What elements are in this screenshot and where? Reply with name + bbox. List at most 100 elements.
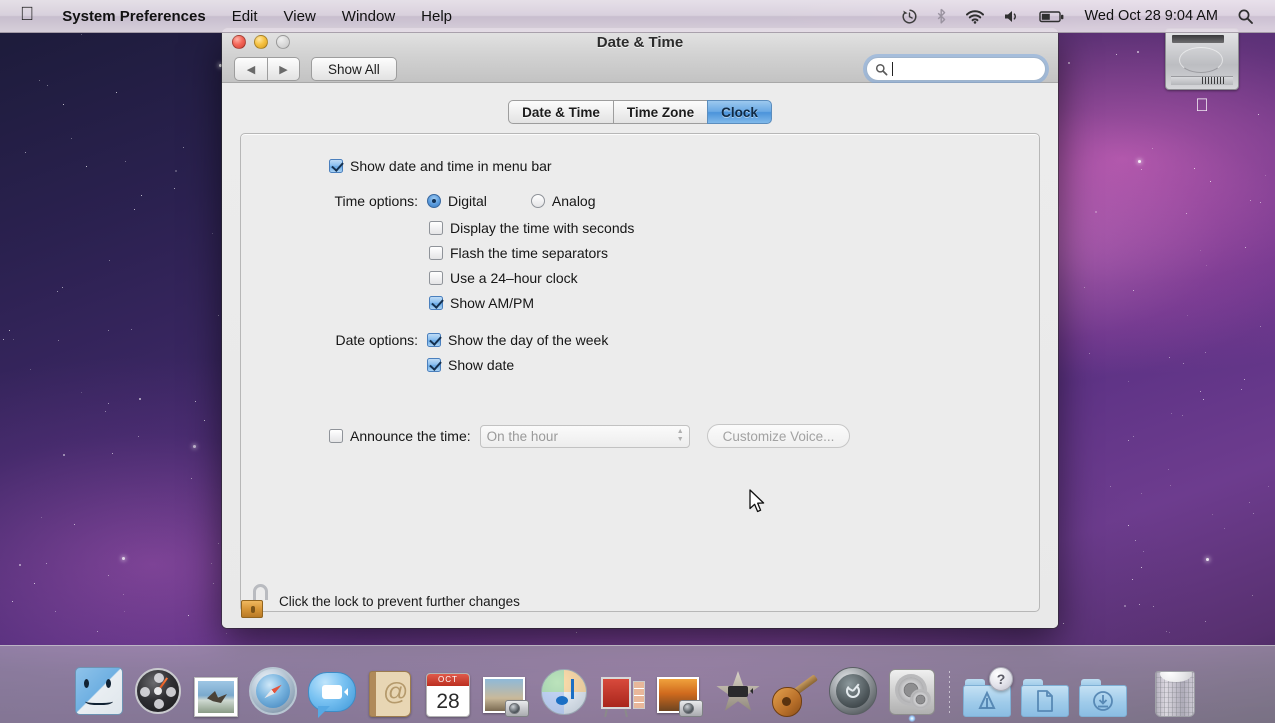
dock-item-ichat[interactable] — [305, 661, 360, 717]
address-book-icon: @ — [365, 667, 415, 717]
checkbox-flash-separators[interactable] — [429, 246, 443, 260]
show-in-menubar-checkbox[interactable] — [329, 159, 343, 173]
dock-item-mail[interactable] — [189, 661, 244, 717]
system-preferences-icon — [887, 667, 937, 722]
menu-item-window[interactable]: Window — [329, 0, 408, 32]
menu-item-help[interactable]: Help — [408, 0, 465, 32]
documents-folder-icon — [1020, 667, 1070, 717]
wifi-glyph — [966, 9, 985, 24]
announce-interval-popup[interactable]: On the hour ▲ ▼ — [479, 424, 690, 448]
ical-icon: OCT 28 — [423, 667, 473, 717]
question-badge: ? — [989, 667, 1013, 691]
menu-item-view[interactable]: View — [271, 0, 329, 32]
show-in-menubar-row[interactable]: Show date and time in menu bar — [329, 156, 1013, 177]
dock-item-keynote[interactable] — [595, 661, 650, 717]
announce-time-row: Announce the time: On the hour ▲ ▼ Custom… — [267, 424, 1013, 448]
volume-icon[interactable] — [994, 0, 1030, 32]
radio-digital-label: Digital — [448, 193, 487, 209]
checkbox-show-date[interactable] — [427, 358, 441, 372]
back-button[interactable]: ◀ — [234, 57, 267, 81]
dock-item-address-book[interactable]: @ — [363, 661, 418, 717]
radio-analog-label: Analog — [551, 193, 596, 209]
iphoto-icon — [481, 667, 531, 717]
dock-item-dashboard[interactable] — [131, 661, 186, 717]
announce-time-label: Announce the time: — [350, 427, 471, 444]
customize-voice-button[interactable]: Customize Voice... — [706, 424, 851, 448]
apple-menu[interactable]:  — [0, 0, 49, 32]
dock-stack-documents[interactable] — [1018, 661, 1073, 717]
dock-item-ical[interactable]: OCT 28 — [421, 661, 476, 717]
dock-item-garageband[interactable] — [769, 661, 824, 717]
checkbox-flash-separators-label: Flash the time separators — [450, 245, 608, 261]
show-all-button[interactable]: Show All — [311, 57, 397, 81]
tab-date-and-time[interactable]: Date & Time — [508, 100, 613, 124]
checkbox-show-day-of-week[interactable] — [427, 333, 441, 347]
announce-checkbox-row[interactable]: Announce the time: — [329, 426, 471, 447]
mouse-cursor — [749, 489, 765, 513]
tab-time-zone[interactable]: Time Zone — [612, 100, 708, 124]
document-glyph — [1037, 690, 1053, 712]
checkbox-show-ampm[interactable] — [429, 296, 443, 310]
dock-stack-downloads[interactable] — [1076, 661, 1131, 717]
dock-trash[interactable] — [1148, 661, 1203, 717]
checkbox-day-of-week-row[interactable]: Show the day of the week — [427, 330, 608, 351]
menu-item-edit[interactable]: Edit — [219, 0, 271, 32]
apple-logo-icon:  — [20, 5, 34, 24]
dock-item-time-machine[interactable] — [827, 661, 882, 717]
ical-day: 28 — [436, 690, 460, 713]
finder-icon — [75, 667, 125, 717]
checkbox-show-day-of-week-label: Show the day of the week — [448, 332, 609, 348]
radio-analog[interactable] — [530, 194, 545, 208]
wifi-icon[interactable] — [956, 0, 994, 32]
checkbox-display-seconds-row[interactable]: Display the time with seconds — [429, 218, 634, 239]
time-machine-icon[interactable] — [892, 0, 927, 32]
garageband-icon — [771, 667, 821, 717]
applications-folder-icon: ? — [962, 667, 1013, 717]
search-glyph — [875, 63, 888, 75]
bluetooth-icon[interactable] — [927, 0, 956, 32]
unlocked-padlock-icon[interactable] — [240, 584, 270, 618]
dock-item-imovie[interactable] — [711, 661, 766, 717]
menu-bar-left:  System Preferences Edit View Window He… — [0, 0, 465, 32]
mail-icon — [191, 667, 241, 717]
radio-analog-row[interactable]: Analog — [530, 191, 596, 212]
time-options-controls: Digital Analog Display the time with sec… — [427, 191, 634, 318]
search-icon — [875, 63, 888, 76]
checkbox-24-hour-row[interactable]: Use a 24–hour clock — [429, 268, 634, 289]
date-options-row: Date options: Show the day of the week S… — [267, 330, 1013, 380]
forward-button[interactable]: ▶ — [267, 57, 300, 81]
menu-item-system-preferences[interactable]: System Preferences — [49, 0, 218, 32]
menu-bar-clock[interactable]: Wed Oct 28 9:04 AM — [1074, 8, 1228, 24]
time-options-label: Time options: — [334, 193, 418, 209]
hard-drive-icon[interactable]:  — [1160, 28, 1244, 114]
dock-item-itunes[interactable] — [537, 661, 592, 717]
checkbox-show-date-row[interactable]: Show date — [427, 355, 608, 376]
battery-icon[interactable] — [1030, 0, 1074, 32]
dock-item-safari[interactable] — [247, 661, 302, 717]
announce-time-checkbox[interactable] — [329, 428, 343, 443]
menu-bar-status-area: Wed Oct 28 9:04 AM — [892, 0, 1275, 32]
radio-digital[interactable] — [427, 194, 441, 208]
dock-item-iphoto-library[interactable] — [653, 661, 708, 717]
dock-item-system-preferences[interactable] — [885, 661, 940, 722]
checkbox-24-hour-clock[interactable] — [429, 271, 443, 285]
dock-item-iphoto[interactable] — [479, 661, 534, 717]
keynote-icon — [597, 667, 647, 717]
window-titlebar[interactable]: Date & Time ◀ ▶ Show All — [222, 28, 1058, 83]
date-options-label: Date options: — [335, 332, 419, 348]
spotlight-search-icon[interactable] — [1228, 0, 1263, 32]
dock-stack-applications[interactable]: ? — [960, 661, 1015, 717]
tab-clock[interactable]: Clock — [707, 100, 772, 124]
search-input[interactable] — [866, 57, 1046, 81]
checkbox-display-seconds[interactable] — [429, 221, 443, 235]
trash-icon — [1150, 667, 1200, 717]
search-area — [866, 57, 1046, 81]
downloads-folder-icon — [1078, 667, 1128, 717]
radio-digital-row[interactable]: Digital — [427, 191, 487, 212]
clock-pane: Show date and time in menu bar Time opti… — [240, 133, 1040, 612]
checkbox-show-ampm-row[interactable]: Show AM/PM — [429, 293, 634, 314]
checkbox-flash-separators-row[interactable]: Flash the time separators — [429, 243, 634, 264]
bluetooth-glyph — [938, 8, 946, 24]
running-indicator — [908, 715, 916, 722]
dock-item-finder[interactable] — [73, 661, 128, 717]
